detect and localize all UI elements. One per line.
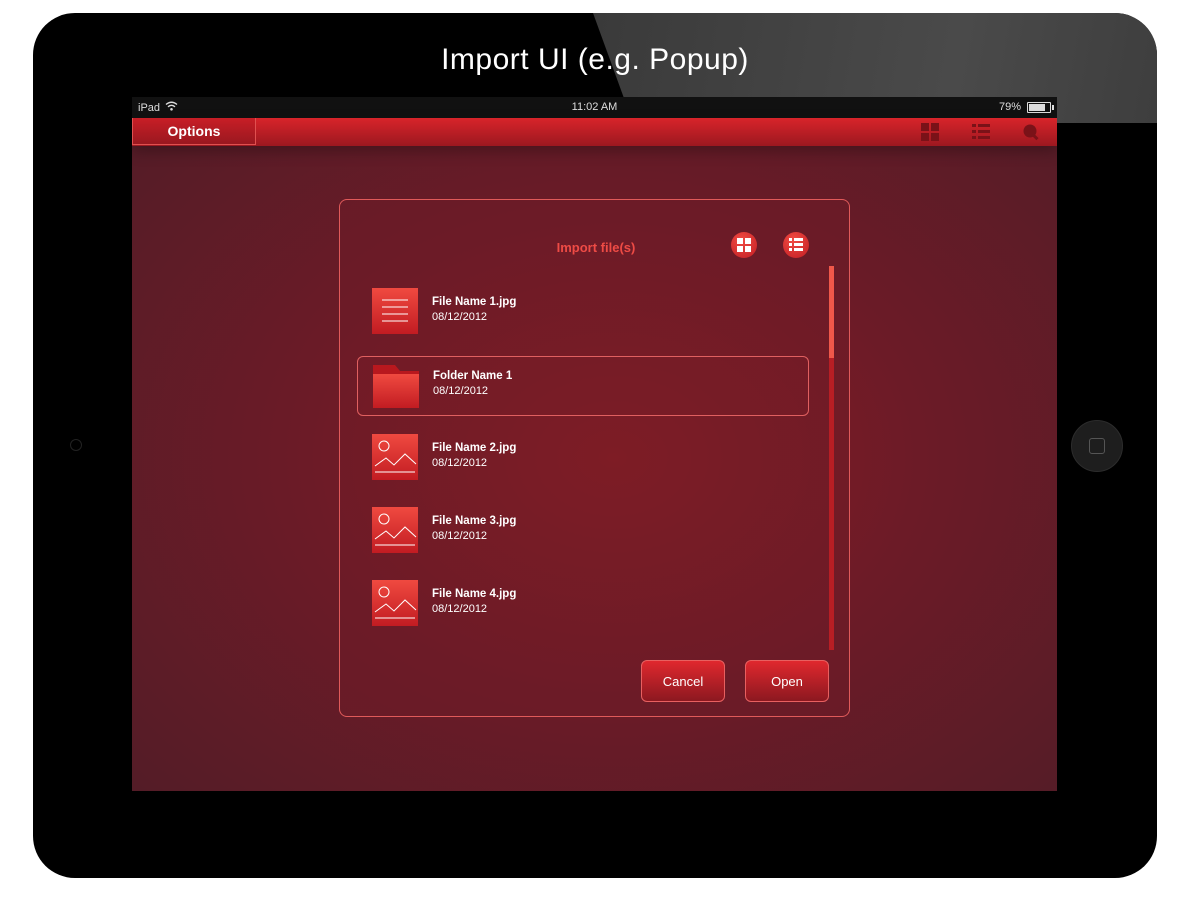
file-date: 08/12/2012 xyxy=(432,603,488,615)
file-name: File Name 1.jpg xyxy=(432,296,517,308)
grid-view-icon[interactable] xyxy=(921,123,939,141)
file-date: 08/12/2012 xyxy=(432,530,488,542)
image-icon xyxy=(372,580,418,626)
nav-bar: Options xyxy=(132,118,1057,146)
home-button[interactable] xyxy=(1071,420,1123,472)
file-name: File Name 4.jpg xyxy=(432,588,517,600)
file-date: 08/12/2012 xyxy=(432,457,488,469)
list-view-icon[interactable] xyxy=(783,232,809,258)
open-button[interactable]: Open xyxy=(745,660,829,702)
dialog-title: Import file(s) xyxy=(556,240,636,255)
options-button[interactable]: Options xyxy=(132,118,256,145)
ipad-screen: iPad 11:02 AM 79% Options Import file(s)… xyxy=(132,97,1057,791)
file-name: File Name 3.jpg xyxy=(432,515,517,527)
folder-icon xyxy=(373,362,419,408)
document-icon xyxy=(372,288,418,334)
file-name: File Name 2.jpg xyxy=(432,442,517,454)
list-view-icon[interactable] xyxy=(972,123,990,141)
battery-fill xyxy=(1029,103,1045,111)
file-item[interactable]: File Name 4.jpg 08/12/2012 xyxy=(357,575,807,633)
home-square-icon xyxy=(1089,438,1105,454)
battery-icon xyxy=(1027,101,1054,113)
folder-item[interactable]: Folder Name 1 08/12/2012 xyxy=(357,356,809,416)
search-icon[interactable] xyxy=(1022,123,1040,141)
battery-percent: 79% xyxy=(998,101,1021,113)
file-date: 08/12/2012 xyxy=(433,385,489,397)
file-item[interactable]: File Name 2.jpg 08/12/2012 xyxy=(357,429,807,487)
file-item[interactable]: File Name 3.jpg 08/12/2012 xyxy=(357,502,807,560)
file-item[interactable]: File Name 1.jpg 08/12/2012 xyxy=(357,283,807,341)
scrollbar[interactable] xyxy=(829,266,834,650)
file-name: Folder Name 1 xyxy=(433,370,513,382)
status-time: 11:02 AM xyxy=(571,101,618,113)
cancel-button[interactable]: Cancel xyxy=(641,660,725,702)
grid-view-icon[interactable] xyxy=(731,232,757,258)
import-dialog: Import file(s) File Name 1.jpg 08/12/201… xyxy=(339,199,850,717)
image-icon xyxy=(372,434,418,480)
scrollbar-thumb[interactable] xyxy=(829,266,834,359)
file-date: 08/12/2012 xyxy=(432,311,488,323)
image-icon xyxy=(372,507,418,553)
ipad-frame: Import UI (e.g. Popup) iPad 11:02 AM 79% xyxy=(33,13,1157,878)
status-bar: iPad 11:02 AM 79% xyxy=(132,97,1057,118)
page-heading: Import UI (e.g. Popup) xyxy=(441,43,749,76)
camera-icon xyxy=(70,439,82,451)
